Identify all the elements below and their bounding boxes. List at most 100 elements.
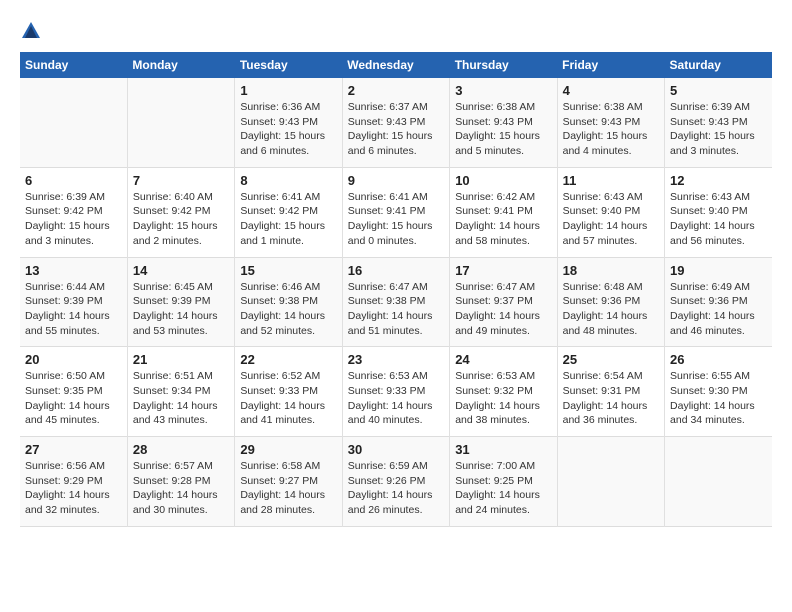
calendar-cell: 23Sunrise: 6:53 AM Sunset: 9:33 PM Dayli…	[342, 347, 449, 437]
calendar-cell: 12 Sunrise: 6:43 AM Sunset: 9:40 PM Dayli…	[665, 167, 772, 257]
day-number: 24	[455, 352, 551, 367]
day-info: Sunrise: 6:47 AM Sunset: 9:37 PM Dayligh…	[455, 280, 551, 339]
calendar-cell: 6 Sunrise: 6:39 AM Sunset: 9:42 PM Daylig…	[20, 167, 127, 257]
calendar-cell: 5 Sunrise: 6:39 AM Sunset: 9:43 PM Daylig…	[665, 78, 772, 167]
day-info: Sunrise: 6:45 AM Sunset: 9:39 PM Dayligh…	[133, 280, 229, 339]
day-info: Sunrise: 6:41 AM Sunset: 9:42 PM Dayligh…	[240, 190, 336, 249]
calendar-cell: 9 Sunrise: 6:41 AM Sunset: 9:41 PM Daylig…	[342, 167, 449, 257]
calendar-cell: 16 Sunrise: 6:47 AM Sunset: 9:38 PM Dayli…	[342, 257, 449, 347]
calendar-cell: 30 Sunrise: 6:59 AM Sunset: 9:26 PM Dayli…	[342, 437, 449, 527]
day-info: Sunrise: 6:54 AM Sunset: 9:31 PM Dayligh…	[563, 369, 659, 428]
day-info: Sunrise: 6:40 AM Sunset: 9:42 PM Dayligh…	[133, 190, 229, 249]
day-info: Sunrise: 6:41 AM Sunset: 9:41 PM Dayligh…	[348, 190, 444, 249]
day-info: Sunrise: 6:38 AM Sunset: 9:43 PM Dayligh…	[563, 100, 659, 159]
calendar-cell: 10 Sunrise: 6:42 AM Sunset: 9:41 PM Dayli…	[450, 167, 557, 257]
day-info: Sunrise: 6:42 AM Sunset: 9:41 PM Dayligh…	[455, 190, 551, 249]
day-number: 11	[563, 173, 659, 188]
day-number: 23	[348, 352, 444, 367]
calendar-week-row: 6 Sunrise: 6:39 AM Sunset: 9:42 PM Daylig…	[20, 167, 772, 257]
calendar-cell	[665, 437, 772, 527]
day-number: 12	[670, 173, 767, 188]
weekday-header-saturday: Saturday	[665, 52, 772, 78]
day-info: Sunrise: 6:38 AM Sunset: 9:43 PM Dayligh…	[455, 100, 551, 159]
calendar-cell: 1 Sunrise: 6:36 AM Sunset: 9:43 PM Daylig…	[235, 78, 342, 167]
calendar-cell: 3 Sunrise: 6:38 AM Sunset: 9:43 PM Daylig…	[450, 78, 557, 167]
calendar-cell	[127, 78, 234, 167]
calendar-cell: 22 Sunrise: 6:52 AM Sunset: 9:33 PM Dayli…	[235, 347, 342, 437]
day-number: 9	[348, 173, 444, 188]
day-info: Sunrise: 6:44 AM Sunset: 9:39 PM Dayligh…	[25, 280, 122, 339]
calendar-cell	[20, 78, 127, 167]
day-number: 22	[240, 352, 336, 367]
calendar-cell: 8 Sunrise: 6:41 AM Sunset: 9:42 PM Daylig…	[235, 167, 342, 257]
calendar-cell: 20 Sunrise: 6:50 AM Sunset: 9:35 PM Dayli…	[20, 347, 127, 437]
day-info: Sunrise: 6:36 AM Sunset: 9:43 PM Dayligh…	[240, 100, 336, 159]
weekday-header-thursday: Thursday	[450, 52, 557, 78]
weekday-header-row: SundayMondayTuesdayWednesdayThursdayFrid…	[20, 52, 772, 78]
calendar-cell: 18 Sunrise: 6:48 AM Sunset: 9:36 PM Dayli…	[557, 257, 664, 347]
day-info: Sunrise: 6:43 AM Sunset: 9:40 PM Dayligh…	[670, 190, 767, 249]
calendar-week-row: 13Sunrise: 6:44 AM Sunset: 9:39 PM Dayli…	[20, 257, 772, 347]
day-info: Sunrise: 6:37 AM Sunset: 9:43 PM Dayligh…	[348, 100, 444, 159]
logo-icon	[20, 20, 42, 42]
day-number: 7	[133, 173, 229, 188]
page-header	[20, 20, 772, 42]
day-number: 4	[563, 83, 659, 98]
calendar-week-row: 1 Sunrise: 6:36 AM Sunset: 9:43 PM Daylig…	[20, 78, 772, 167]
day-number: 3	[455, 83, 551, 98]
day-info: Sunrise: 6:47 AM Sunset: 9:38 PM Dayligh…	[348, 280, 444, 339]
day-info: Sunrise: 6:52 AM Sunset: 9:33 PM Dayligh…	[240, 369, 336, 428]
day-info: Sunrise: 6:56 AM Sunset: 9:29 PM Dayligh…	[25, 459, 122, 518]
calendar-cell: 15Sunrise: 6:46 AM Sunset: 9:38 PM Dayli…	[235, 257, 342, 347]
calendar-cell: 24 Sunrise: 6:53 AM Sunset: 9:32 PM Dayli…	[450, 347, 557, 437]
day-number: 19	[670, 263, 767, 278]
day-info: Sunrise: 6:48 AM Sunset: 9:36 PM Dayligh…	[563, 280, 659, 339]
calendar-cell: 26 Sunrise: 6:55 AM Sunset: 9:30 PM Dayli…	[665, 347, 772, 437]
day-number: 25	[563, 352, 659, 367]
calendar-cell: 4 Sunrise: 6:38 AM Sunset: 9:43 PM Daylig…	[557, 78, 664, 167]
day-number: 30	[348, 442, 444, 457]
calendar-week-row: 20 Sunrise: 6:50 AM Sunset: 9:35 PM Dayli…	[20, 347, 772, 437]
calendar-cell: 14Sunrise: 6:45 AM Sunset: 9:39 PM Dayli…	[127, 257, 234, 347]
day-info: Sunrise: 6:43 AM Sunset: 9:40 PM Dayligh…	[563, 190, 659, 249]
day-number: 18	[563, 263, 659, 278]
weekday-header-monday: Monday	[127, 52, 234, 78]
day-info: Sunrise: 6:39 AM Sunset: 9:43 PM Dayligh…	[670, 100, 767, 159]
calendar-cell: 2 Sunrise: 6:37 AM Sunset: 9:43 PM Daylig…	[342, 78, 449, 167]
day-number: 1	[240, 83, 336, 98]
day-number: 6	[25, 173, 122, 188]
day-number: 20	[25, 352, 122, 367]
day-number: 10	[455, 173, 551, 188]
logo	[20, 20, 46, 42]
day-number: 26	[670, 352, 767, 367]
day-number: 31	[455, 442, 551, 457]
day-info: Sunrise: 6:46 AM Sunset: 9:38 PM Dayligh…	[240, 280, 336, 339]
day-number: 8	[240, 173, 336, 188]
day-info: Sunrise: 7:00 AM Sunset: 9:25 PM Dayligh…	[455, 459, 551, 518]
weekday-header-tuesday: Tuesday	[235, 52, 342, 78]
day-number: 29	[240, 442, 336, 457]
day-info: Sunrise: 6:55 AM Sunset: 9:30 PM Dayligh…	[670, 369, 767, 428]
day-number: 2	[348, 83, 444, 98]
day-number: 5	[670, 83, 767, 98]
day-info: Sunrise: 6:58 AM Sunset: 9:27 PM Dayligh…	[240, 459, 336, 518]
calendar-cell: 11 Sunrise: 6:43 AM Sunset: 9:40 PM Dayli…	[557, 167, 664, 257]
day-info: Sunrise: 6:57 AM Sunset: 9:28 PM Dayligh…	[133, 459, 229, 518]
calendar-cell: 31 Sunrise: 7:00 AM Sunset: 9:25 PM Dayli…	[450, 437, 557, 527]
day-info: Sunrise: 6:39 AM Sunset: 9:42 PM Dayligh…	[25, 190, 122, 249]
weekday-header-wednesday: Wednesday	[342, 52, 449, 78]
day-number: 16	[348, 263, 444, 278]
day-number: 21	[133, 352, 229, 367]
calendar-cell	[557, 437, 664, 527]
day-info: Sunrise: 6:50 AM Sunset: 9:35 PM Dayligh…	[25, 369, 122, 428]
day-number: 27	[25, 442, 122, 457]
calendar-week-row: 27 Sunrise: 6:56 AM Sunset: 9:29 PM Dayli…	[20, 437, 772, 527]
day-info: Sunrise: 6:59 AM Sunset: 9:26 PM Dayligh…	[348, 459, 444, 518]
calendar-table: SundayMondayTuesdayWednesdayThursdayFrid…	[20, 52, 772, 527]
day-info: Sunrise: 6:53 AM Sunset: 9:32 PM Dayligh…	[455, 369, 551, 428]
day-info: Sunrise: 6:51 AM Sunset: 9:34 PM Dayligh…	[133, 369, 229, 428]
calendar-cell: 17Sunrise: 6:47 AM Sunset: 9:37 PM Dayli…	[450, 257, 557, 347]
calendar-cell: 13Sunrise: 6:44 AM Sunset: 9:39 PM Dayli…	[20, 257, 127, 347]
calendar-cell: 7 Sunrise: 6:40 AM Sunset: 9:42 PM Daylig…	[127, 167, 234, 257]
calendar-cell: 19Sunrise: 6:49 AM Sunset: 9:36 PM Dayli…	[665, 257, 772, 347]
